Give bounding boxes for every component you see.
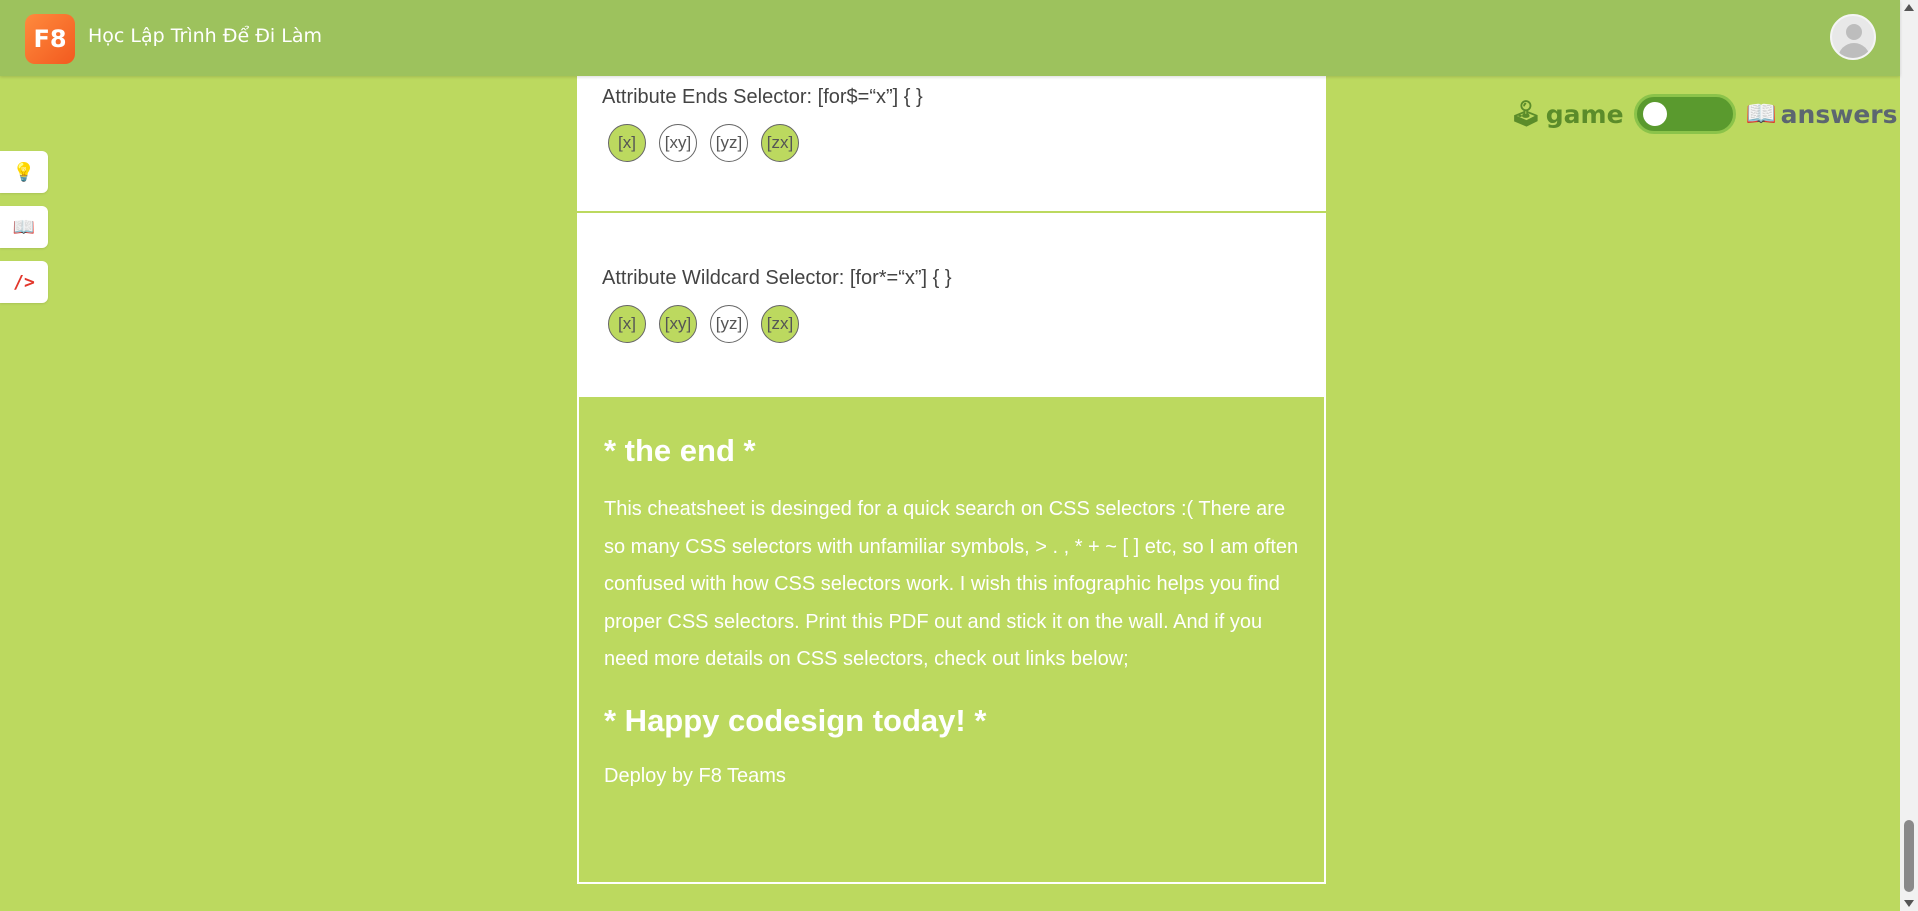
ending-subtitle: * Happy codesign today! * [604, 702, 987, 738]
chip[interactable]: [xy] [659, 305, 697, 343]
chip-row: [x] [xy] [yz] [zx] [602, 124, 1301, 162]
code-icon: /> [13, 271, 35, 293]
chip[interactable]: [yz] [710, 124, 748, 162]
card-title: Attribute Ends Selector: [for$=“x”] { } [602, 86, 923, 108]
chip[interactable]: [x] [608, 124, 646, 162]
f8-logo[interactable]: F8 [25, 14, 75, 64]
card-title: Attribute Wildcard Selector: [for*=“x”] … [602, 267, 952, 289]
sidebar-lightbulb-button[interactable]: 💡 [0, 151, 48, 193]
book-icon: 📖 [1745, 99, 1777, 128]
selector-card-wildcard: Attribute Wildcard Selector: [for*=“x”] … [577, 213, 1326, 397]
answers-mode-label[interactable]: 📖 answers [1746, 99, 1898, 129]
chip-row: [x] [xy] [yz] [zx] [602, 305, 1301, 343]
chip[interactable]: [yz] [710, 305, 748, 343]
scroll-up-arrow-icon[interactable] [1904, 4, 1914, 11]
chip[interactable]: [zx] [761, 124, 799, 162]
site-title[interactable]: Học Lập Trình Để Đi Làm [88, 25, 322, 47]
chip[interactable]: [x] [608, 305, 646, 343]
sidebar-code-button[interactable]: /> [0, 261, 48, 303]
book-icon: 📖 [12, 216, 36, 238]
deploy-credit: Deploy by F8 Teams [604, 764, 786, 787]
game-mode-label[interactable]: 🕹 game [1510, 99, 1624, 129]
avatar-body-shape [1838, 43, 1870, 58]
scroll-down-arrow-icon[interactable] [1904, 900, 1914, 907]
scrollbar-thumb[interactable] [1904, 820, 1914, 892]
user-avatar[interactable] [1830, 14, 1876, 60]
mode-toggle: 🕹 game 📖 answers [1510, 92, 1897, 136]
ending-title: * the end * [604, 433, 756, 468]
cheatsheet-panel: Attribute Ends Selector: [for$=“x”] { } … [577, 76, 1326, 884]
chip[interactable]: [zx] [761, 305, 799, 343]
game-label-text: game [1545, 99, 1624, 129]
avatar-head-shape [1846, 24, 1862, 40]
mode-switch[interactable] [1633, 94, 1736, 134]
lightbulb-icon: 💡 [12, 161, 36, 183]
selector-card-ends: Attribute Ends Selector: [for$=“x”] { } … [577, 76, 1326, 213]
joystick-icon: 🕹 [1510, 99, 1542, 128]
page-scrollbar[interactable] [1900, 0, 1918, 911]
answers-label-text: answers [1780, 99, 1898, 129]
top-header: F8 Học Lập Trình Để Đi Làm [0, 0, 1900, 76]
switch-knob [1642, 102, 1667, 126]
sidebar-book-button[interactable]: 📖 [0, 206, 48, 248]
ending-section: * the end * This cheatsheet is desinged … [577, 395, 1326, 884]
ending-body: This cheatsheet is desinged for a quick … [604, 498, 1299, 670]
chip[interactable]: [xy] [659, 124, 697, 162]
